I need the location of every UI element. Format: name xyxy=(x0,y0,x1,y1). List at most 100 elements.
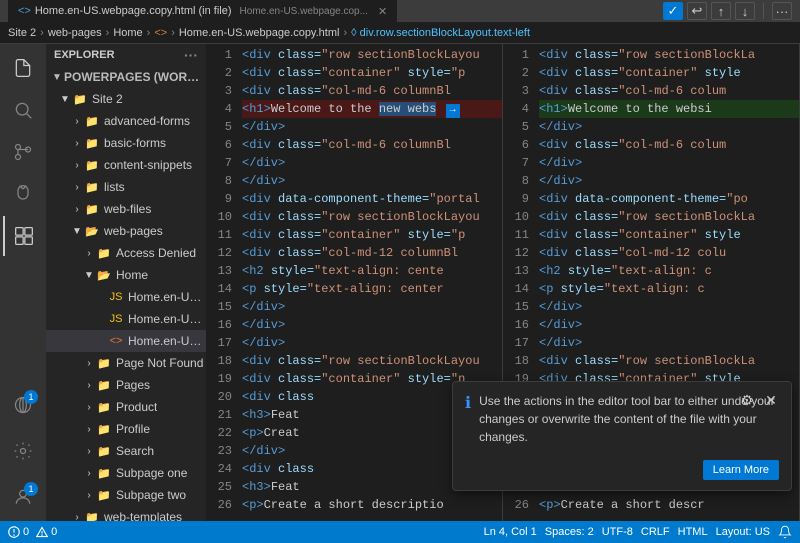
html-file-icon: <> xyxy=(108,333,124,349)
sidebar-item-content-snippets[interactable]: › 📁 content-snippets xyxy=(46,154,206,176)
undo-action-btn[interactable]: ↩ xyxy=(687,2,707,20)
sidebar-item-web-files[interactable]: › 📁 web-files xyxy=(46,198,206,220)
folder-icon: 📁 xyxy=(84,201,100,217)
tab-close-icon[interactable]: ✕ xyxy=(378,5,387,18)
activity-extensions-icon[interactable] xyxy=(3,216,43,256)
status-ln-col[interactable]: Ln 4, Col 1 xyxy=(484,526,537,538)
down-action-btn[interactable]: ↓ xyxy=(735,2,755,20)
breadcrumb-filename[interactable]: Home.en-US.webpage.copy.html xyxy=(179,27,340,39)
sidebar-item-site2[interactable]: ▼ 📁 Site 2 xyxy=(46,88,206,110)
sidebar-item-home[interactable]: ▼ 📂 Home xyxy=(46,264,206,286)
sidebar-item-home-web[interactable]: <> Home.en-US.web... xyxy=(46,330,206,352)
accept-action-btn[interactable]: ✓ xyxy=(663,2,683,20)
folder-icon: 📁 xyxy=(84,157,100,173)
editor-actions: ✓ ↩ ↑ ↓ ··· xyxy=(663,2,792,20)
sidebar-item-home-cust2[interactable]: JS Home.en-US.cust... xyxy=(46,308,206,330)
code-r-line-12: <div class="col-md-12 colu xyxy=(539,244,799,262)
sidebar-title: EXPLORER ··· xyxy=(46,44,206,66)
folder-icon: 📁 xyxy=(84,113,100,129)
js-file-icon2: JS xyxy=(108,311,124,327)
sidebar-tree: ▼ POWERPAGES (WORKSPA... ▼ 📁 Site 2 › 📁 … xyxy=(46,66,206,521)
folder-icon: 📁 xyxy=(96,465,112,481)
sidebar-item-page-not-found[interactable]: › 📁 Page Not Found xyxy=(46,352,206,374)
code-r-line-10: <div class="row sectionBlockLa xyxy=(539,208,799,226)
breadcrumb-home[interactable]: Home xyxy=(113,27,142,39)
up-action-btn[interactable]: ↑ xyxy=(711,2,731,20)
sidebar-item-web-pages[interactable]: ▼ 📂 web-pages xyxy=(46,220,206,242)
code-line-4: <h1>Welcome to the new webs → xyxy=(242,100,502,118)
sidebar-item-subpage-one[interactable]: › 📁 Subpage one xyxy=(46,462,206,484)
code-line-9: <div data-component-theme="portal xyxy=(242,190,502,208)
sidebar-item-web-templates[interactable]: › 📁 web-templates xyxy=(46,506,206,521)
activity-git-icon[interactable] xyxy=(3,132,43,172)
learn-more-button[interactable]: Learn More xyxy=(703,460,779,480)
folder-icon: 📁 xyxy=(96,443,112,459)
activity-badge: 1 xyxy=(24,390,38,404)
sidebar-item-advanced-forms[interactable]: › 📁 advanced-forms xyxy=(46,110,206,132)
breadcrumb-webpages[interactable]: web-pages xyxy=(48,27,102,39)
sidebar-item-lists[interactable]: › 📁 lists xyxy=(46,176,206,198)
folder-open-icon: 📂 xyxy=(96,267,112,283)
sidebar-item-product[interactable]: › 📁 Product xyxy=(46,396,206,418)
code-line-26: <p>Create a short descriptio xyxy=(242,496,502,514)
breadcrumb-symbol[interactable]: ◊ div.row.sectionBlockLayout.text-left xyxy=(351,27,530,39)
main-area: 1 1 EXPLORER ··· ▼ POW xyxy=(0,44,800,521)
workspace-root[interactable]: ▼ POWERPAGES (WORKSPA... xyxy=(46,66,206,88)
notification-header: ℹ Use the actions in the editor tool bar… xyxy=(465,392,779,446)
status-layout[interactable]: Layout: US xyxy=(716,526,770,538)
breadcrumb-site2[interactable]: Site 2 xyxy=(8,27,36,39)
sidebar-item-access-denied[interactable]: › 📁 Access Denied xyxy=(46,242,206,264)
sidebar-item-subpage-two[interactable]: › 📁 Subpage two xyxy=(46,484,206,506)
activity-account-icon[interactable]: 1 xyxy=(3,477,43,517)
status-language[interactable]: HTML xyxy=(678,526,708,538)
activity-bar: 1 1 xyxy=(0,44,46,521)
activity-search-icon[interactable] xyxy=(3,90,43,130)
line-numbers-left: 12345 678910 1112131415 1617181920 21222… xyxy=(206,44,238,521)
more-action-btn[interactable]: ··· xyxy=(772,2,792,20)
code-r-line-5: </div> xyxy=(539,118,799,136)
activity-debug-icon[interactable] xyxy=(3,174,43,214)
code-line-8: </div> xyxy=(242,172,502,190)
sidebar: EXPLORER ··· ▼ POWERPAGES (WORKSPA... ▼ … xyxy=(46,44,206,521)
js-file-icon: JS xyxy=(108,289,124,305)
code-r-line-1: <div class="row sectionBlockLa xyxy=(539,46,799,64)
code-r-line-17: </div> xyxy=(539,334,799,352)
sidebar-item-pages[interactable]: › 📁 Pages xyxy=(46,374,206,396)
code-r-line-13: <h2 style="text-align: c xyxy=(539,262,799,280)
code-r-line-2: <div class="container" style xyxy=(539,64,799,82)
code-r-line-4: <h1>Welcome to the websi xyxy=(539,100,799,118)
sidebar-item-basic-forms[interactable]: › 📁 basic-forms xyxy=(46,132,206,154)
tab-active[interactable]: <> Home.en-US.webpage.copy.html (in file… xyxy=(8,0,397,22)
status-eol[interactable]: CRLF xyxy=(641,526,670,538)
code-line-15: </div> xyxy=(242,298,502,316)
activity-settings-icon[interactable] xyxy=(3,431,43,471)
status-bell-icon[interactable] xyxy=(778,525,792,539)
notification-close-icon[interactable]: ✕ xyxy=(761,390,781,410)
tab-file-icon: <> xyxy=(18,5,31,17)
code-line-10: <div class="row sectionBlockLayou xyxy=(242,208,502,226)
code-r-line-18: <div class="row sectionBlockLa xyxy=(539,352,799,370)
status-errors[interactable]: 0 0 xyxy=(8,526,57,538)
activity-powerpages-icon[interactable]: 1 xyxy=(3,385,43,425)
workspace-chevron: ▼ xyxy=(50,70,64,84)
code-line-5: </div> xyxy=(242,118,502,136)
sidebar-item-search[interactable]: › 📁 Search xyxy=(46,440,206,462)
sidebar-item-profile[interactable]: › 📁 Profile xyxy=(46,418,206,440)
tab-bar: <> Home.en-US.webpage.copy.html (in file… xyxy=(8,0,397,22)
code-line-14: <p style="text-align: center xyxy=(242,280,502,298)
code-line-6: <div class="col-md-6 columnBl xyxy=(242,136,502,154)
warning-count: 0 xyxy=(51,526,57,538)
code-r-line-9: <div data-component-theme="po xyxy=(539,190,799,208)
tab-label: Home.en-US.webpage.copy.html (in file) xyxy=(35,5,232,17)
code-line-7: </div> xyxy=(242,154,502,172)
notification-settings-icon[interactable]: ⚙ xyxy=(737,390,757,410)
status-spaces[interactable]: Spaces: 2 xyxy=(545,526,594,538)
folder-icon: 📁 xyxy=(84,509,100,521)
status-encoding[interactable]: UTF-8 xyxy=(602,526,633,538)
code-line-17: </div> xyxy=(242,334,502,352)
sidebar-item-home-cust1[interactable]: JS Home.en-US.cust... xyxy=(46,286,206,308)
code-r-line-26: <p>Create a short descr xyxy=(539,496,799,514)
activity-files-icon[interactable] xyxy=(3,48,43,88)
code-r-line-15: </div> xyxy=(539,298,799,316)
sidebar-more-icon[interactable]: ··· xyxy=(184,47,198,63)
